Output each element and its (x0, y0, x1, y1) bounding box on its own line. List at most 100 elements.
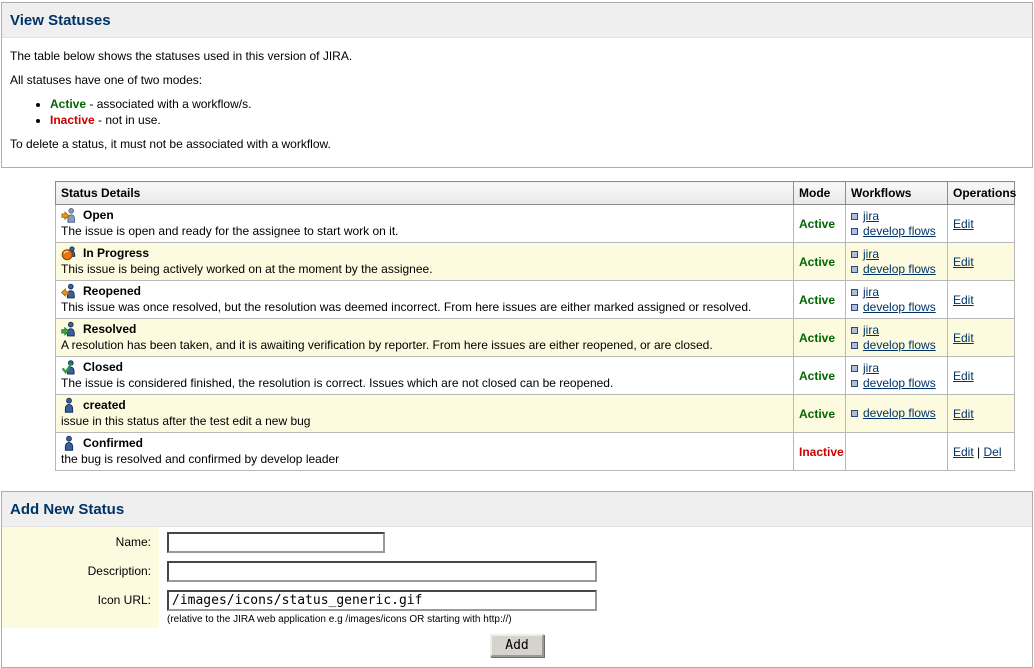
status-details-cell: Open The issue is open and ready for the … (56, 205, 794, 243)
inactive-term: Inactive (50, 113, 95, 127)
edit-link[interactable]: Edit (953, 445, 974, 459)
edit-link[interactable]: Edit (953, 217, 974, 231)
table-header-row: Status Details Mode Workflows Operations (56, 182, 1015, 205)
modes-list: Active - associated with a workflow/s. I… (32, 97, 1024, 127)
status-description: This issue was once resolved, but the re… (61, 300, 788, 314)
workflows-cell: jiradevelop flows (846, 205, 948, 243)
status-mode-active: Active (794, 319, 846, 357)
reopened-status-icon (61, 283, 77, 299)
col-header-workflows: Workflows (846, 182, 948, 205)
workflow-link-jira[interactable]: jira (863, 323, 879, 337)
workflow-bullet-icon (851, 289, 858, 296)
operations-cell: Edit (948, 243, 1015, 281)
del-link[interactable]: Del (983, 445, 1001, 459)
icon-url-input[interactable] (167, 590, 597, 611)
status-details-cell: Resolved A resolution has been taken, and… (56, 319, 794, 357)
modes-text: All statuses have one of two modes: (10, 73, 1024, 87)
status-name: Resolved (83, 322, 136, 336)
workflows-cell: jiradevelop flows (846, 357, 948, 395)
open-status-icon (61, 207, 77, 223)
view-statuses-intro: The table below shows the statuses used … (2, 38, 1032, 167)
status-row-confirmed: Confirmedthe bug is resolved and confirm… (56, 433, 1015, 471)
closed-status-icon (61, 359, 77, 375)
intro-text: The table below shows the statuses used … (10, 49, 1024, 63)
workflow-bullet-icon (851, 410, 858, 417)
edit-link[interactable]: Edit (953, 255, 974, 269)
status-row-created: createdissue in this status after the te… (56, 395, 1015, 433)
status-description: The issue is considered finished, the re… (61, 376, 788, 390)
workflow-bullet-icon (851, 304, 858, 311)
status-details-cell: Confirmedthe bug is resolved and confirm… (56, 433, 794, 471)
operations-cell: Edit (948, 357, 1015, 395)
workflows-cell: jiradevelop flows (846, 243, 948, 281)
form-button-row: Add (2, 628, 1032, 667)
delete-note: To delete a status, it must not be assoc… (10, 137, 1024, 151)
workflow-bullet-icon (851, 213, 858, 220)
workflow-link-jira[interactable]: jira (863, 247, 879, 261)
add-status-form: Name: Description: Icon URL: (relative t… (2, 527, 1032, 667)
operations-cell: Edit (948, 205, 1015, 243)
mode-list-item-active: Active - associated with a workflow/s. (50, 97, 1024, 111)
operations-cell: Edit (948, 395, 1015, 433)
workflow-link-develop-flows[interactable]: develop flows (863, 262, 936, 276)
icon-url-form-row: Icon URL: (relative to the JIRA web appl… (2, 585, 1032, 628)
status-details-cell: ReopenedThis issue was once resolved, bu… (56, 281, 794, 319)
status-details-cell: In Progress This issue is being actively … (56, 243, 794, 281)
resolved-status-icon (61, 321, 77, 337)
add-form-title: Add New Status (2, 492, 1032, 527)
workflow-link-jira[interactable]: jira (863, 209, 879, 223)
workflow-link-develop-flows[interactable]: develop flows (863, 224, 936, 238)
workflow-link-develop-flows[interactable]: develop flows (863, 338, 936, 352)
operations-cell: Edit | Del (948, 433, 1015, 471)
status-mode-active: Active (794, 243, 846, 281)
status-details-cell: createdissue in this status after the te… (56, 395, 794, 433)
status-mode-inactive: Inactive (794, 433, 846, 471)
workflow-bullet-icon (851, 365, 858, 372)
status-name: Open (83, 208, 114, 222)
workflow-bullet-icon (851, 327, 858, 334)
active-term-text: - associated with a workflow/s. (86, 97, 251, 111)
status-description: A resolution has been taken, and it is a… (61, 338, 788, 352)
edit-link[interactable]: Edit (953, 293, 974, 307)
workflow-link-jira[interactable]: jira (863, 285, 879, 299)
workflow-link-develop-flows[interactable]: develop flows (863, 376, 936, 390)
add-new-status-section: Add New Status Name: Description: Icon U… (1, 491, 1033, 668)
description-input[interactable] (167, 561, 597, 582)
col-header-mode: Mode (794, 182, 846, 205)
workflow-link-develop-flows[interactable]: develop flows (863, 406, 936, 420)
status-mode-active: Active (794, 395, 846, 433)
workflow-link-develop-flows[interactable]: develop flows (863, 300, 936, 314)
workflow-bullet-icon (851, 266, 858, 273)
status-name: Confirmed (83, 436, 143, 450)
name-form-row: Name: (2, 527, 1032, 556)
status-name: In Progress (83, 246, 149, 260)
status-name: created (83, 398, 126, 412)
generic-status-icon (61, 435, 77, 451)
name-input[interactable] (167, 532, 385, 553)
status-details-cell: ClosedThe issue is considered finished, … (56, 357, 794, 395)
operations-cell: Edit (948, 281, 1015, 319)
page-title: View Statuses (2, 3, 1032, 38)
edit-link[interactable]: Edit (953, 369, 974, 383)
statuses-table: Status Details Mode Workflows Operations… (55, 181, 1015, 471)
edit-link[interactable]: Edit (953, 331, 974, 345)
add-button[interactable]: Add (490, 634, 543, 657)
status-description: This issue is being actively worked on a… (61, 262, 788, 276)
icon-url-label: Icon URL: (2, 585, 159, 628)
col-header-operations: Operations (948, 182, 1015, 205)
workflows-cell: jiradevelop flows (846, 319, 948, 357)
generic-status-icon (61, 397, 77, 413)
workflow-link-jira[interactable]: jira (863, 361, 879, 375)
status-row-reopened: ReopenedThis issue was once resolved, bu… (56, 281, 1015, 319)
status-row-resolved: Resolved A resolution has been taken, and… (56, 319, 1015, 357)
workflows-cell: develop flows (846, 395, 948, 433)
description-label: Description: (2, 556, 159, 585)
inactive-term-text: - not in use. (95, 113, 161, 127)
col-header-status-details: Status Details (56, 182, 794, 205)
status-description: The issue is open and ready for the assi… (61, 224, 788, 238)
edit-link[interactable]: Edit (953, 407, 974, 421)
workflows-cell: jiradevelop flows (846, 281, 948, 319)
operations-cell: Edit (948, 319, 1015, 357)
icon-url-help: (relative to the JIRA web application e.… (167, 614, 597, 625)
name-label: Name: (2, 527, 159, 556)
